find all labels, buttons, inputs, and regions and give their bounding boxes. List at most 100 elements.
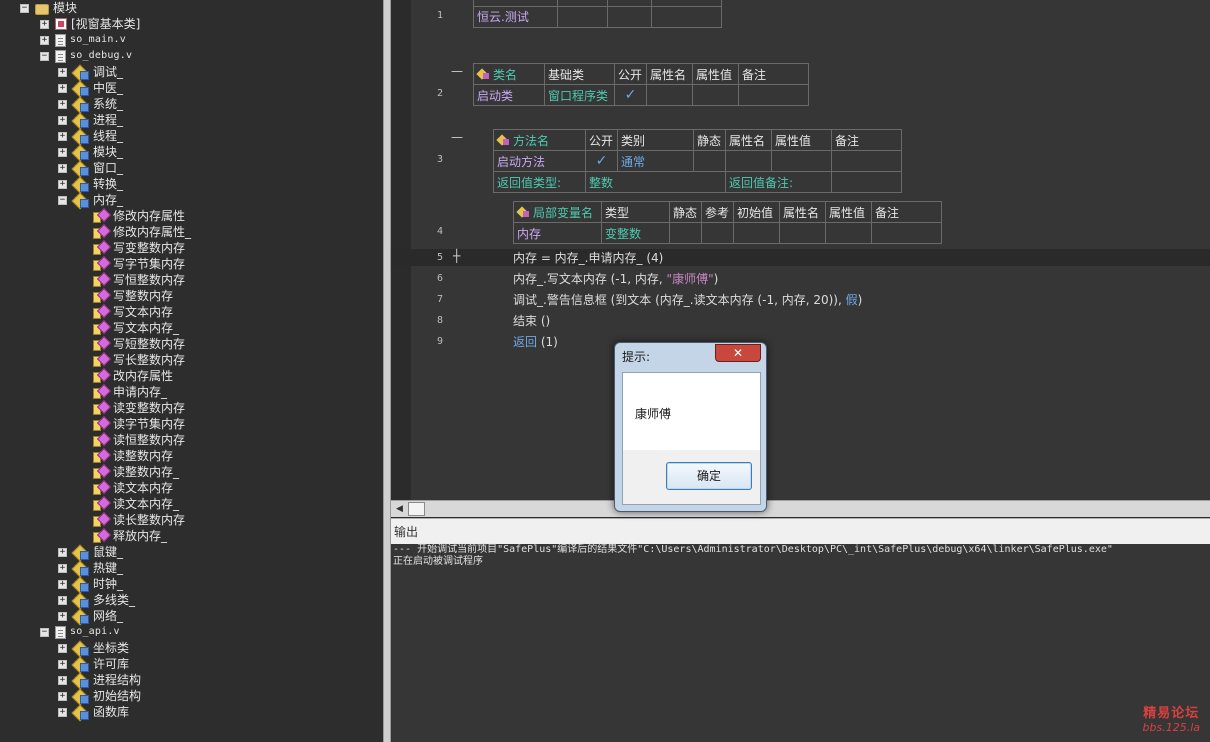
tree-item[interactable]: 读恒整数内存 xyxy=(93,432,185,448)
tree-item[interactable]: + so_main.v xyxy=(40,32,126,48)
tree-item[interactable]: + 系统_ xyxy=(58,96,123,112)
expand-icon[interactable]: + xyxy=(58,563,67,573)
tree-item[interactable]: 写整数内存 xyxy=(93,288,173,304)
code-line-8[interactable]: 结束 () xyxy=(513,311,550,331)
tree-item[interactable]: − 内存_ xyxy=(58,192,123,208)
tree-item[interactable]: − 模块 xyxy=(20,0,77,16)
public-check-icon[interactable]: ✓ xyxy=(625,87,637,103)
expand-icon[interactable]: + xyxy=(58,67,67,77)
expand-icon[interactable]: + xyxy=(58,595,67,605)
tree-item[interactable]: + 多线类_ xyxy=(58,592,135,608)
code-line-5[interactable]: 内存 = 内存_.申请内存_ (4) xyxy=(513,248,663,268)
expand-icon[interactable]: + xyxy=(58,579,67,589)
collapse-icon[interactable]: − xyxy=(20,3,29,13)
tree-item[interactable]: 写短整数内存 xyxy=(93,336,185,352)
code-line-6[interactable]: 内存_.写文本内存 (-1, 内存, "康师傅") xyxy=(513,269,718,289)
tree-item[interactable]: + 线程_ xyxy=(58,128,123,144)
tree-item[interactable]: − so_debug.v xyxy=(40,48,132,64)
code-editor[interactable]: 1 2 3 4 5 6 7 8 9 — — ┼ 恒云.测试 类名 基础类 公开 … xyxy=(391,0,1210,500)
tree-item[interactable]: + 热键_ xyxy=(58,560,123,576)
base-class-cell[interactable]: 窗口程序类 xyxy=(544,84,615,106)
tree-item[interactable]: 写文本内存_ xyxy=(93,320,179,336)
tree-item[interactable]: 写文本内存 xyxy=(93,304,173,320)
collapse-icon[interactable]: − xyxy=(40,627,49,637)
return-note-value[interactable] xyxy=(831,171,902,193)
expand-icon[interactable]: + xyxy=(58,99,67,109)
collapse-method-icon[interactable]: — xyxy=(451,130,463,144)
expand-icon[interactable]: + xyxy=(58,115,67,125)
tree-item[interactable]: + [视窗基本类] xyxy=(40,16,140,32)
expand-icon[interactable]: + xyxy=(58,179,67,189)
tree-item[interactable]: − so_api.v xyxy=(40,624,120,640)
category-cell[interactable]: 通常 xyxy=(617,150,694,172)
method-icon xyxy=(93,289,109,303)
tree-item[interactable]: + 网络_ xyxy=(58,608,123,624)
tree-item[interactable]: 读长整数内存 xyxy=(93,512,185,528)
tree-item[interactable]: + 坐标类 xyxy=(58,640,129,656)
expand-icon[interactable]: + xyxy=(58,83,67,93)
expand-icon[interactable]: + xyxy=(58,147,67,157)
tree-item[interactable]: + 进程_ xyxy=(58,112,123,128)
tree-item[interactable]: 写长整数内存 xyxy=(93,352,185,368)
expand-icon[interactable]: + xyxy=(40,19,49,29)
ok-button[interactable]: 确定 xyxy=(666,462,752,490)
expand-icon[interactable]: + xyxy=(58,611,67,621)
expand-icon[interactable]: + xyxy=(58,675,67,685)
tree-item[interactable]: 读字节集内存 xyxy=(93,416,185,432)
tree-item[interactable]: + 转换_ xyxy=(58,176,123,192)
tree-item[interactable]: 改内存属性 xyxy=(93,368,173,384)
method-name-cell[interactable]: 启动方法 xyxy=(493,150,586,172)
expand-icon[interactable]: + xyxy=(58,131,67,141)
tree-item[interactable]: 读文本内存 xyxy=(93,480,173,496)
tree-item[interactable]: + 时钟_ xyxy=(58,576,123,592)
collapse-icon[interactable]: − xyxy=(58,195,67,205)
tree-item-label: 多线类_ xyxy=(93,593,136,607)
tree-item[interactable]: + 鼠键_ xyxy=(58,544,123,560)
tree-item[interactable]: + 初始结构 xyxy=(58,688,141,704)
expand-icon[interactable]: + xyxy=(58,163,67,173)
collapse-icon[interactable]: − xyxy=(40,51,49,61)
tree-item[interactable]: + 模块_ xyxy=(58,144,123,160)
expand-icon[interactable]: + xyxy=(58,707,67,717)
assembly-name-cell[interactable]: 恒云.测试 xyxy=(473,5,558,28)
tree-item[interactable]: + 窗口_ xyxy=(58,160,123,176)
local-var-type-cell[interactable]: 变整数 xyxy=(601,222,670,244)
collapse-class-icon[interactable]: — xyxy=(451,64,463,78)
code-line-9[interactable]: 返回 (1) xyxy=(513,332,558,352)
tree-item[interactable]: 写变整数内存 xyxy=(93,240,185,256)
tree-item[interactable]: + 中医_ xyxy=(58,80,123,96)
expand-line-icon[interactable]: ┼ xyxy=(453,249,460,263)
scroll-left-icon[interactable]: ◀ xyxy=(391,501,408,517)
tree-item-label: 读文本内存 xyxy=(113,481,174,495)
expand-icon[interactable]: + xyxy=(40,35,49,45)
tree-item[interactable]: + 许可库 xyxy=(58,656,129,672)
tree-item[interactable]: 读文本内存_ xyxy=(93,496,179,512)
tree-item-label: 读整数内存 xyxy=(113,449,174,463)
tree-item[interactable]: + 调试_ xyxy=(58,64,123,80)
class-name-cell[interactable]: 启动类 xyxy=(473,84,545,106)
local-var-name-cell[interactable]: 内存 xyxy=(513,222,602,244)
expand-icon[interactable]: + xyxy=(58,547,67,557)
pane-splitter[interactable] xyxy=(383,0,391,742)
tree-item[interactable]: 读变整数内存 xyxy=(93,400,185,416)
tree-item[interactable]: 读整数内存_ xyxy=(93,464,179,480)
return-type-value[interactable]: 整数 xyxy=(585,171,726,193)
tree-item[interactable]: + 进程结构 xyxy=(58,672,141,688)
attr-value-header: 属性值 xyxy=(771,129,832,151)
tree-item[interactable]: 释放内存_ xyxy=(93,528,167,544)
expand-icon[interactable]: + xyxy=(58,691,67,701)
tree-item[interactable]: 写恒整数内存 xyxy=(93,272,185,288)
tree-item[interactable]: 写字节集内存 xyxy=(93,256,185,272)
tree-item[interactable]: 读整数内存 xyxy=(93,448,173,464)
expand-icon[interactable]: + xyxy=(58,643,67,653)
code-line-7[interactable]: 调试_.警告信息框 (到文本 (内存_.读文本内存 (-1, 内存, 20)),… xyxy=(513,290,862,310)
expand-icon[interactable]: + xyxy=(58,659,67,669)
horizontal-scrollbar[interactable]: ◀ xyxy=(391,500,1210,517)
tree-item[interactable]: 修改内存属性 xyxy=(93,208,185,224)
tree-item[interactable]: + 函数库 xyxy=(58,704,129,720)
tree-item[interactable]: 申请内存_ xyxy=(93,384,167,400)
tree-item[interactable]: 修改内存属性_ xyxy=(93,224,191,240)
public-check-icon[interactable]: ✓ xyxy=(596,153,608,169)
close-icon[interactable]: ✕ xyxy=(715,344,761,362)
scroll-thumb[interactable] xyxy=(408,502,425,516)
